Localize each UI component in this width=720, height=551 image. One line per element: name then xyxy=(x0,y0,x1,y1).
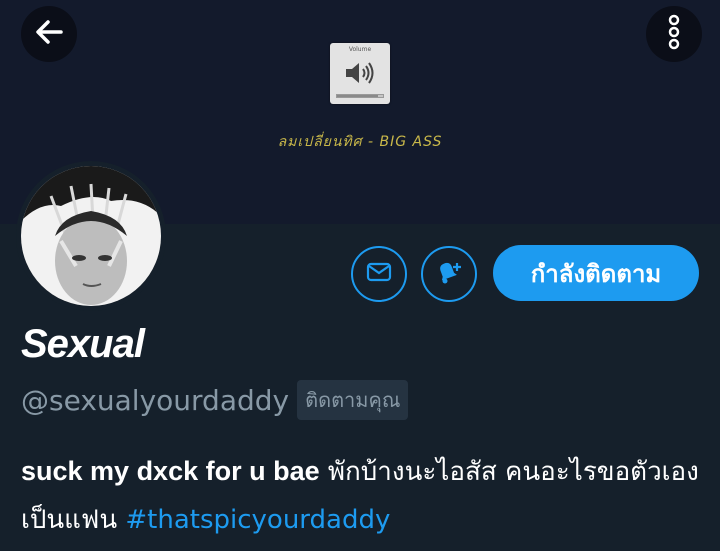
handle-row: @sexualyourdaddy ติดตามคุณ xyxy=(21,380,409,420)
follows-you-badge: ติดตามคุณ xyxy=(297,380,409,420)
following-button[interactable]: กำลังติดตาม xyxy=(493,245,699,301)
mail-icon xyxy=(365,258,393,291)
back-button[interactable] xyxy=(21,6,77,62)
profile-bio: suck my dxck for u bae พักบ้างนะไอสัส คน… xyxy=(21,447,711,544)
message-button[interactable] xyxy=(351,246,407,302)
user-handle: @sexualyourdaddy xyxy=(21,383,290,417)
avatar-image xyxy=(21,166,161,306)
volume-level-fill xyxy=(337,95,379,97)
bio-hashtag-link[interactable]: #thatspicyourdaddy xyxy=(125,505,390,535)
speaker-icon xyxy=(344,61,376,90)
more-options-button[interactable] xyxy=(646,6,702,62)
arrow-left-icon xyxy=(33,16,65,53)
volume-level-bar xyxy=(336,94,384,98)
display-name: Sexual xyxy=(21,322,145,366)
more-vertical-icon xyxy=(664,12,684,57)
banner-song-title: ลมเปลี่ยนทิศ - BIG ASS xyxy=(277,134,443,150)
notify-button[interactable] xyxy=(421,246,477,302)
bell-plus-icon xyxy=(434,257,464,292)
volume-overlay: Volume xyxy=(330,43,390,104)
bio-bold-text: suck my dxck for u bae xyxy=(21,456,320,486)
volume-label: Volume xyxy=(348,46,372,53)
profile-avatar[interactable] xyxy=(16,161,166,311)
